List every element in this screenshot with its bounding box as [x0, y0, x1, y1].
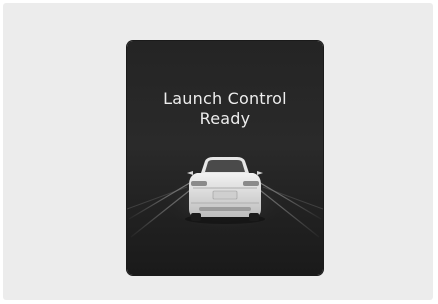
figure-background: Launch Control Ready [3, 3, 433, 300]
cluster-display: Launch Control Ready [127, 41, 323, 275]
road-scene [127, 157, 323, 238]
car-rear-view-icon [185, 157, 265, 224]
